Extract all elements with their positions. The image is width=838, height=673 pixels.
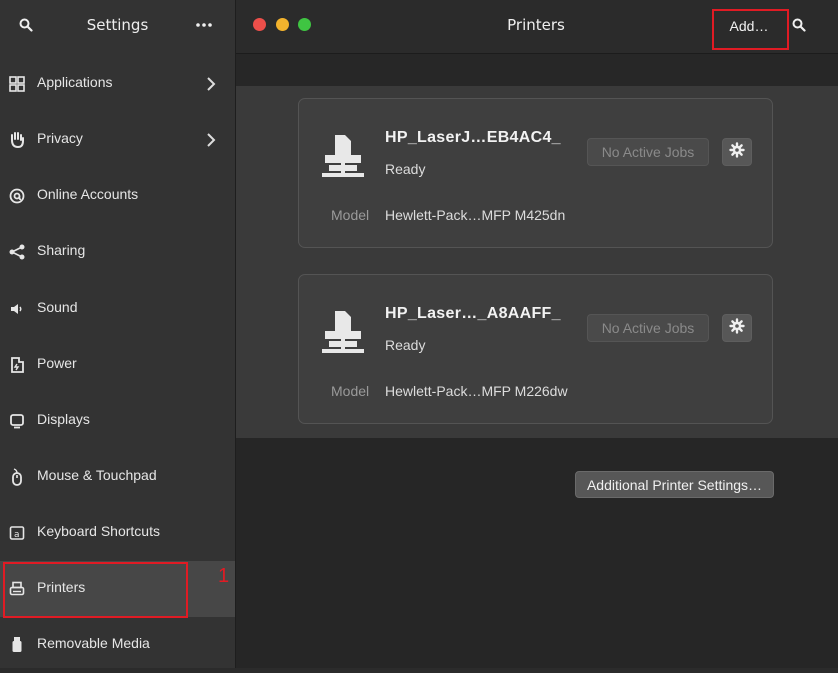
sidebar-item-label: Power [37, 355, 77, 371]
printer-icon [321, 309, 365, 359]
highlight-box-printers [3, 562, 188, 618]
chevron-right-icon [206, 132, 216, 152]
power-plug-icon [8, 356, 26, 374]
sidebar-item-label: Displays [37, 411, 90, 427]
sidebar-item-label: Sound [37, 299, 78, 315]
printer-icon [321, 133, 365, 183]
sidebar-item-label: Online Accounts [37, 186, 139, 202]
annotation-number-1: 1 [218, 565, 230, 587]
sidebar-item-mouse-touchpad[interactable]: Mouse & Touchpad [0, 449, 235, 505]
no-active-jobs-button[interactable]: No Active Jobs [587, 138, 709, 166]
no-active-jobs-button[interactable]: No Active Jobs [587, 314, 709, 342]
sidebar-item-applications[interactable]: Applications [0, 56, 235, 112]
sidebar-item-power[interactable]: Power [0, 337, 235, 393]
sidebar-item-keyboard-shortcuts[interactable]: a Keyboard Shortcuts [0, 505, 235, 561]
speaker-icon [8, 300, 26, 318]
sidebar-item-sound[interactable]: Sound [0, 281, 235, 337]
sidebar-item-label: Privacy [37, 130, 83, 146]
sidebar-item-sharing[interactable]: Sharing [0, 224, 235, 280]
highlight-box-add [712, 9, 789, 50]
privacy-hand-icon [8, 131, 26, 149]
sidebar-item-label: Mouse & Touchpad [37, 467, 157, 483]
model-label: Model [331, 207, 370, 223]
top-band [236, 54, 838, 86]
model-value: Hewlett-Pack…MFP M226dw [385, 383, 568, 399]
printer-status: Ready [385, 161, 426, 177]
keyboard-icon: a [8, 524, 26, 542]
mouse-icon [8, 468, 26, 486]
sidebar-item-displays[interactable]: Displays [0, 393, 235, 449]
additional-printer-settings-button[interactable]: Additional Printer Settings… [575, 471, 774, 498]
gear-icon [729, 142, 745, 162]
chevron-right-icon [206, 76, 216, 96]
gear-icon [729, 318, 745, 338]
printer-name: HP_LaserJ…EB4AC4_ [385, 129, 561, 146]
printer-name: HP_Laser…_A8AAFF_ [385, 305, 561, 322]
share-icon [8, 243, 26, 261]
sidebar-item-privacy[interactable]: Privacy [0, 112, 235, 168]
display-icon [8, 412, 26, 430]
at-sign-icon [8, 187, 26, 205]
svg-text:a: a [14, 530, 20, 540]
printer-status: Ready [385, 337, 426, 353]
sidebar-item-label: Applications [37, 74, 113, 90]
sidebar-item-label: Removable Media [37, 635, 150, 651]
usb-drive-icon [8, 636, 26, 654]
applications-icon [8, 75, 26, 93]
sidebar-header: Settings [0, 0, 235, 50]
sidebar-item-label: Keyboard Shortcuts [37, 523, 160, 539]
sidebar-item-label: Sharing [37, 242, 86, 258]
model-value: Hewlett-Pack…MFP M425dn [385, 207, 566, 223]
printer-card: HP_LaserJ…EB4AC4_ Ready Model Hewlett-Pa… [298, 98, 773, 248]
more-options-icon[interactable] [191, 12, 217, 38]
search-icon[interactable] [786, 12, 812, 38]
model-label: Model [331, 383, 370, 399]
printer-settings-button[interactable] [722, 314, 752, 342]
sidebar-item-online-accounts[interactable]: Online Accounts [0, 168, 235, 224]
sidebar-item-removable-media[interactable]: Removable Media [0, 617, 235, 673]
printer-settings-button[interactable] [722, 138, 752, 166]
printer-card: HP_Laser…_A8AAFF_ Ready Model Hewlett-Pa… [298, 274, 773, 424]
